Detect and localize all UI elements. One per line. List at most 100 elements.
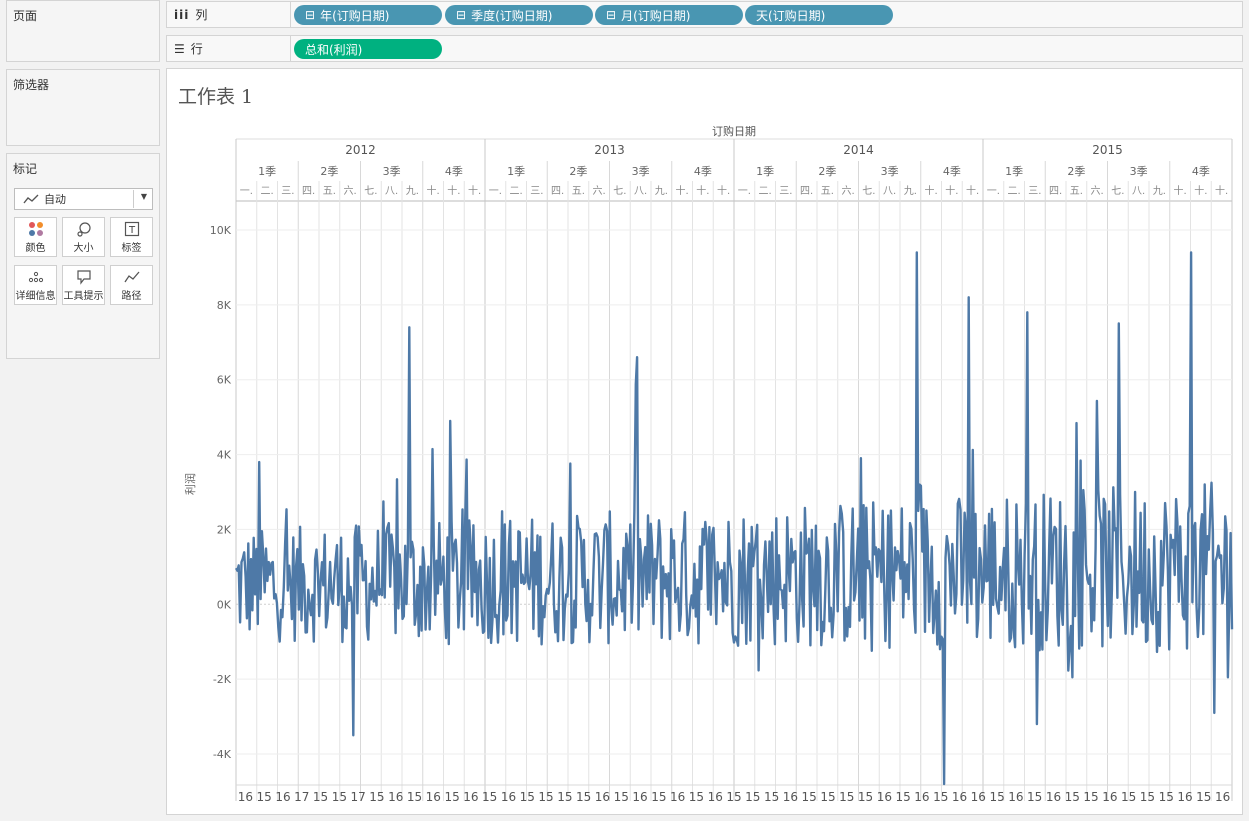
- collapse-icon[interactable]: ⊟: [606, 8, 616, 22]
- day-label: 15: [576, 790, 591, 804]
- mark-type-dropdown[interactable]: 自动 ▼: [14, 188, 153, 210]
- rows-icon: ☰: [174, 41, 185, 56]
- month-header: 一.: [987, 186, 1000, 197]
- day-label: 16: [426, 790, 441, 804]
- pill-sum-profit[interactable]: 总和(利润): [294, 39, 442, 59]
- tooltip-icon: [76, 269, 91, 285]
- month-header: 九.: [406, 185, 419, 197]
- color-dots-icon: [28, 221, 43, 236]
- y-tick-label: 2K: [217, 523, 232, 536]
- y-tick-label: -4K: [213, 748, 232, 761]
- month-header: 十.: [1194, 184, 1207, 197]
- pill-month-text: 月(订购日期): [621, 8, 691, 23]
- month-header: 七.: [364, 185, 377, 197]
- quarter-header: 1季: [507, 165, 525, 178]
- tooltip-button[interactable]: 工具提示: [62, 265, 105, 305]
- year-header: 2014: [843, 143, 874, 157]
- pill-quarter-text: 季度(订购日期): [471, 8, 553, 23]
- path-icon: [123, 271, 139, 282]
- quarter-header: 1季: [258, 165, 276, 178]
- columns-icon: iii: [174, 7, 190, 22]
- day-label: 15: [369, 790, 384, 804]
- day-label: 15: [1159, 790, 1174, 804]
- line-mark-icon: [23, 194, 39, 204]
- pages-title: 页面: [13, 9, 38, 23]
- y-tick-label: 0K: [217, 598, 232, 611]
- day-label: 15: [444, 790, 459, 804]
- quarter-header: 4季: [1192, 165, 1210, 178]
- quarter-header: 2季: [569, 165, 587, 178]
- month-header: 一.: [489, 186, 502, 197]
- rows-label-text: 行: [190, 42, 203, 56]
- quarter-header: 2季: [818, 165, 836, 178]
- collapse-icon[interactable]: ⊟: [305, 8, 315, 22]
- pill-day-order-date[interactable]: 天(订购日期): [745, 5, 893, 25]
- marks-title: 标记: [13, 162, 38, 176]
- month-header: 十.: [1215, 184, 1228, 197]
- collapse-icon[interactable]: ⊟: [456, 8, 466, 22]
- quarter-header: 4季: [694, 165, 712, 178]
- day-label: 16: [670, 790, 685, 804]
- day-label: 15: [858, 790, 873, 804]
- day-label: 15: [1083, 790, 1098, 804]
- filters-title: 筛选器: [13, 78, 50, 92]
- month-header: 一.: [738, 186, 751, 197]
- day-label: 16: [708, 790, 723, 804]
- rows-shelf-label: ☰ 行: [167, 36, 291, 61]
- color-button[interactable]: 颜色: [14, 217, 57, 257]
- month-header: 六.: [593, 185, 606, 197]
- day-label: 15: [764, 790, 779, 804]
- line-chart[interactable]: 订购日期 2012 1季一. 二. 三. 2季四. 五. 六. 3季七. 八. 九. 4季十. 十. 十.…: [167, 69, 1242, 814]
- day-label: 15: [313, 790, 328, 804]
- day-label: 15: [802, 790, 817, 804]
- detail-button[interactable]: 详细信息: [14, 265, 57, 305]
- month-header: 十.: [676, 184, 689, 197]
- month-header: 七.: [1111, 185, 1124, 197]
- month-header: 七.: [862, 185, 875, 197]
- chevron-down-icon[interactable]: ▼: [141, 192, 147, 201]
- y-tick-label: 8K: [217, 299, 232, 312]
- year-header: 2015: [1092, 143, 1123, 157]
- pill-year-text: 年(订购日期): [320, 8, 390, 23]
- day-label: 15: [520, 790, 535, 804]
- day-label: 15: [933, 790, 948, 804]
- pill-quarter-order-date[interactable]: ⊟ 季度(订购日期): [445, 5, 593, 25]
- pages-card[interactable]: 页面: [6, 0, 160, 62]
- pill-day-text: 天(订购日期): [756, 8, 826, 23]
- day-label: 16: [388, 790, 403, 804]
- day-label: 17: [294, 790, 309, 804]
- path-button[interactable]: 路径: [110, 265, 153, 305]
- size-icon: [76, 221, 91, 237]
- day-label: 15: [557, 790, 572, 804]
- day-label: 15: [538, 790, 553, 804]
- month-header: 四.: [1049, 186, 1062, 197]
- day-label: 16: [914, 790, 929, 804]
- y-tick-label: -2K: [213, 673, 232, 686]
- detail-icon: [28, 271, 43, 282]
- rows-shelf[interactable]: ☰ 行 总和(利润): [166, 35, 1243, 62]
- day-label: 15: [689, 790, 704, 804]
- filters-card[interactable]: 筛选器: [6, 69, 160, 146]
- day-label: 16: [1215, 790, 1230, 804]
- label-button[interactable]: T 标签: [110, 217, 153, 257]
- y-tick-label: 6K: [217, 374, 232, 387]
- columns-shelf[interactable]: iii 列 ⊟ 年(订购日期) ⊟ 季度(订购日期) ⊟ 月(订购日期) 天(订…: [166, 1, 1243, 28]
- day-label: 15: [895, 790, 910, 804]
- day-label: 15: [1027, 790, 1042, 804]
- size-button[interactable]: 大小: [62, 217, 105, 257]
- pill-year-order-date[interactable]: ⊟ 年(订购日期): [294, 5, 442, 25]
- day-label: 15: [989, 790, 1004, 804]
- month-header: 二.: [261, 186, 274, 197]
- month-header: 六.: [1091, 185, 1104, 197]
- day-label: 16: [501, 790, 516, 804]
- day-label: 16: [1008, 790, 1023, 804]
- label-button-label: 标签: [121, 242, 142, 254]
- month-header: 二.: [759, 186, 772, 197]
- day-label: 15: [407, 790, 422, 804]
- quarter-header: 4季: [943, 165, 961, 178]
- month-header: 八.: [883, 186, 896, 197]
- month-header: 九.: [655, 185, 668, 197]
- pill-month-order-date[interactable]: ⊟ 月(订购日期): [595, 5, 743, 25]
- month-header: 七.: [613, 185, 626, 197]
- detail-button-label: 详细信息: [15, 290, 56, 302]
